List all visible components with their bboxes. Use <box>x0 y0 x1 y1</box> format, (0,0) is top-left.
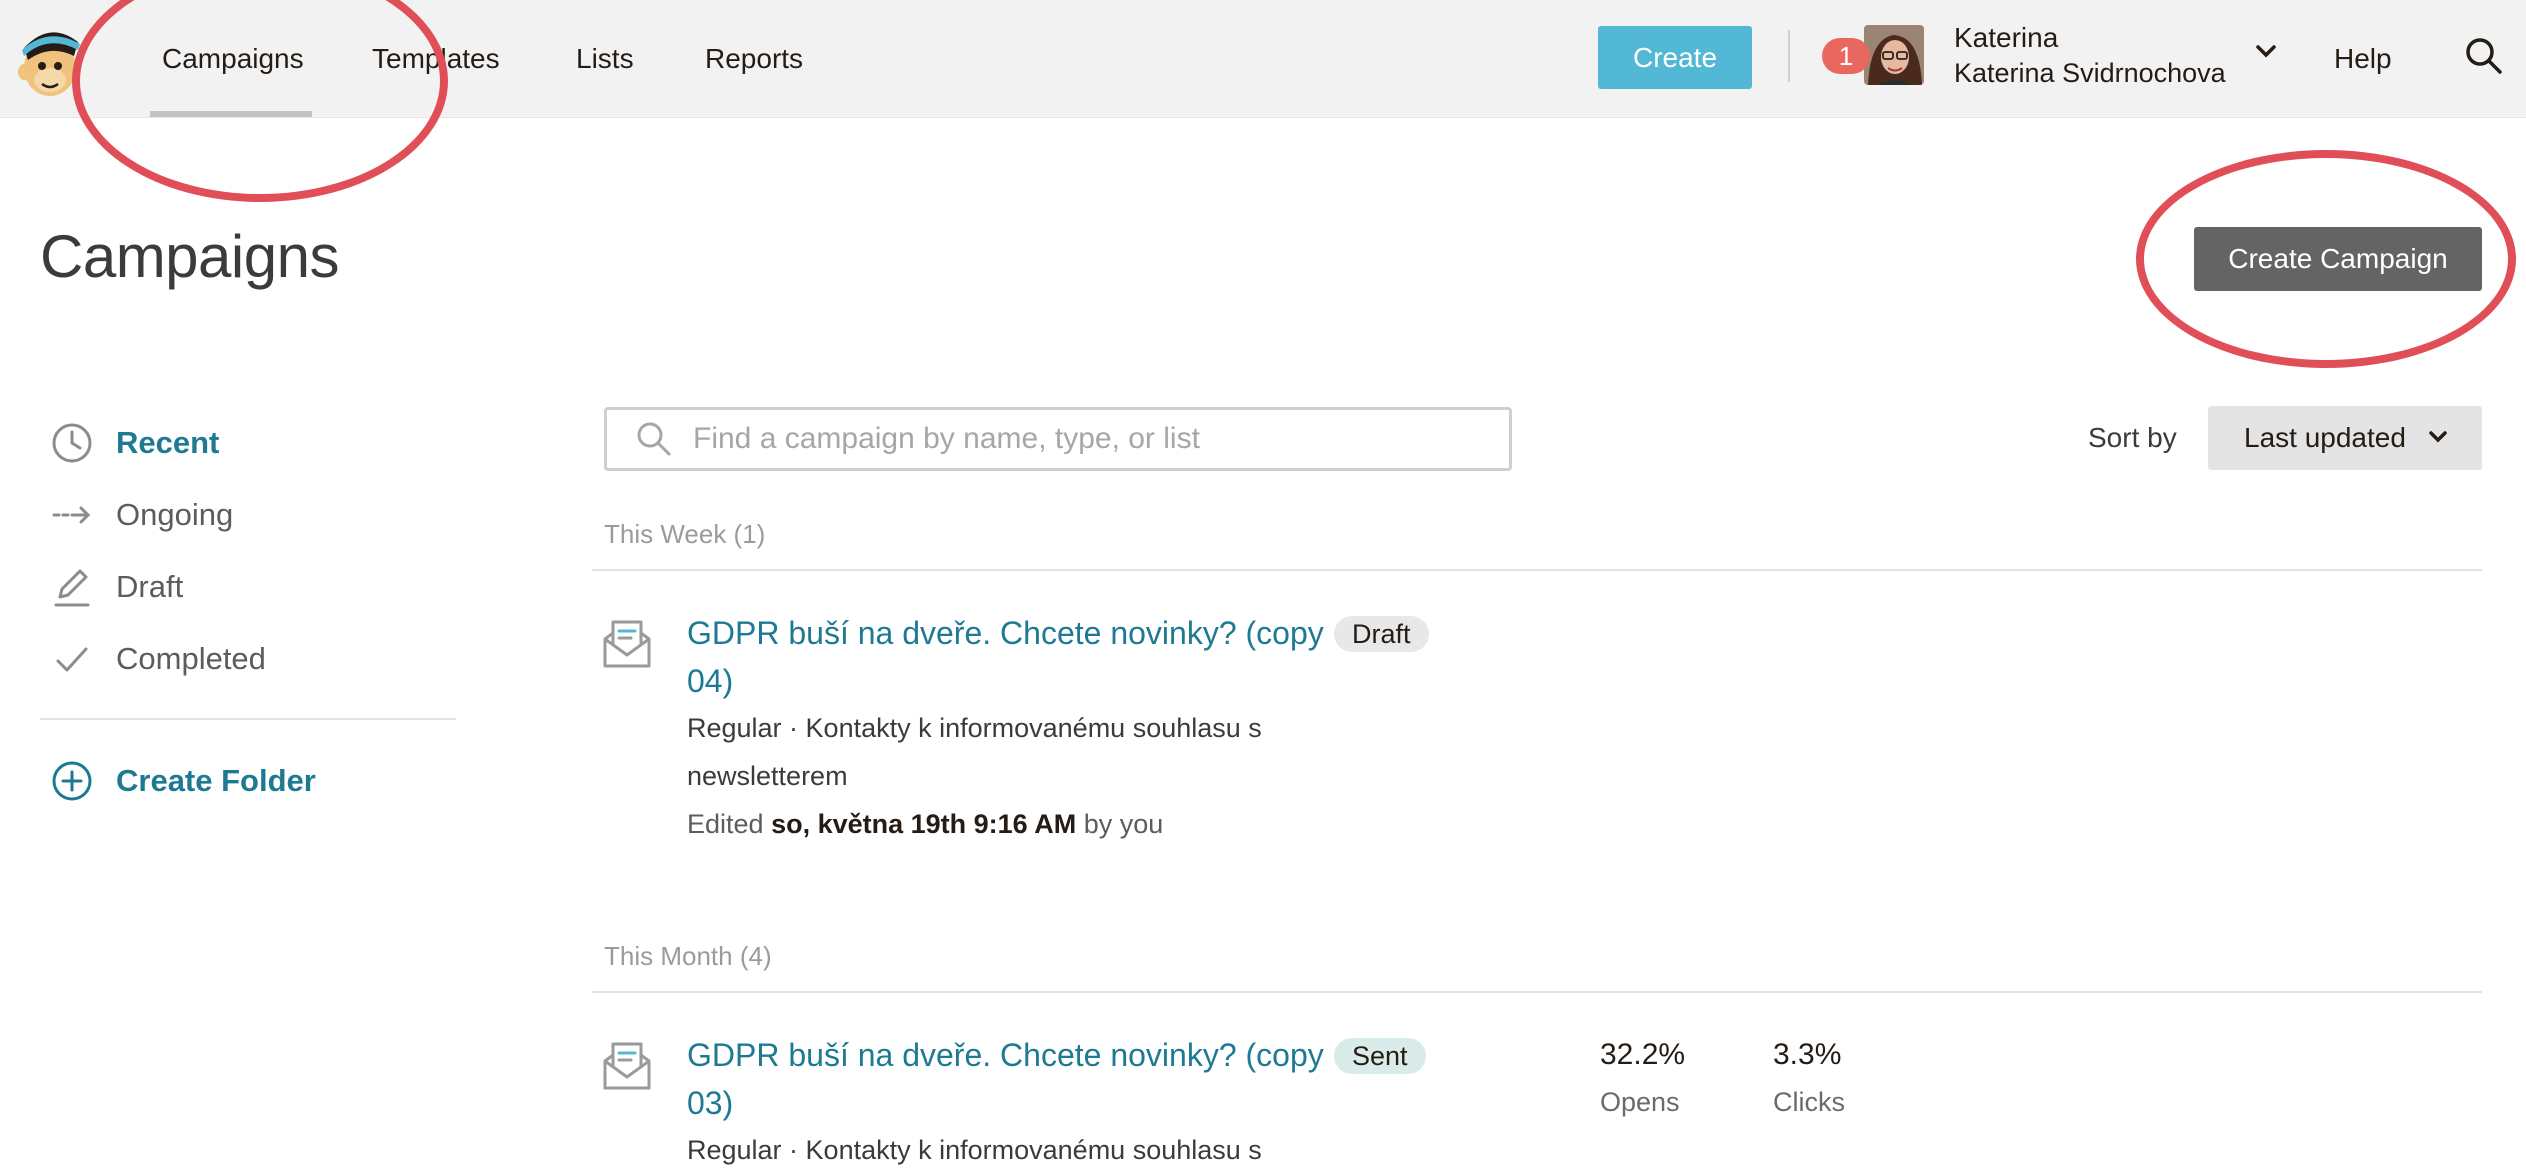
notification-badge[interactable]: 1 <box>1822 38 1870 74</box>
plus-circle-icon <box>50 759 94 803</box>
checkmark-icon <box>50 637 94 681</box>
user-account-name[interactable]: Katerina Svidrnochova <box>1954 58 2226 89</box>
chevron-down-icon[interactable] <box>2254 44 2278 60</box>
email-campaign-icon <box>603 1042 651 1090</box>
user-photo-icon <box>1864 25 1924 85</box>
nav-templates[interactable]: Templates <box>372 0 500 117</box>
clicks-label: Clicks <box>1773 1087 1845 1117</box>
status-badge: Sent <box>1334 1038 1426 1074</box>
create-folder-label: Create Folder <box>116 763 316 798</box>
nav-lists[interactable]: Lists <box>576 0 634 117</box>
sidebar-item-draft[interactable]: Draft <box>50 562 183 612</box>
sidebar-item-recent[interactable]: Recent <box>50 418 219 468</box>
nav-campaigns[interactable]: Campaigns <box>162 0 304 117</box>
avatar[interactable] <box>1864 25 1924 85</box>
page-title: Campaigns <box>40 223 340 290</box>
campaign-meta: Regular · Kontakty k informovanému souhl… <box>687 713 1262 791</box>
search-input[interactable] <box>691 421 1475 457</box>
create-folder-link[interactable]: Create Folder <box>50 756 316 806</box>
sort-dropdown[interactable]: Last updated <box>2208 406 2482 470</box>
top-nav: Campaigns Templates Lists Reports Create… <box>0 0 2526 118</box>
user-name[interactable]: Katerina <box>1954 22 2058 54</box>
create-campaign-button[interactable]: Create Campaign <box>2194 227 2482 291</box>
chevron-down-icon <box>2429 431 2447 443</box>
sidebar-item-completed[interactable]: Completed <box>50 634 266 684</box>
sort-label: Sort by <box>2088 422 2177 453</box>
campaign-title-link[interactable]: GDPR buší na dveře. Chcete novinky? (cop… <box>687 609 1327 705</box>
status-badge: Draft <box>1334 616 1429 652</box>
sidebar-item-label: Completed <box>116 641 266 676</box>
clock-icon <box>50 421 94 465</box>
nav-divider <box>1788 30 1790 82</box>
dashed-arrow-icon <box>50 493 94 537</box>
edited-suffix: by you <box>1083 809 1164 839</box>
active-nav-indicator <box>150 111 312 117</box>
section-divider <box>592 991 2482 993</box>
sidebar-item-label: Ongoing <box>116 497 234 532</box>
nav-reports[interactable]: Reports <box>705 0 803 117</box>
freddie-logo-icon[interactable] <box>14 20 90 100</box>
clicks-value: 3.3% <box>1773 1038 1842 1071</box>
sidebar-divider <box>40 718 456 720</box>
section-label: This Week (1) <box>604 519 766 549</box>
sidebar-item-ongoing[interactable]: Ongoing <box>50 490 233 540</box>
opens-value: 32.2% <box>1600 1038 1686 1071</box>
opens-label: Opens <box>1600 1087 1680 1117</box>
search-icon <box>637 422 671 456</box>
help-link[interactable]: Help <box>2334 0 2392 117</box>
sidebar-item-label: Draft <box>116 569 184 604</box>
campaign-title-link[interactable]: GDPR buší na dveře. Chcete novinky? (cop… <box>687 1031 1327 1127</box>
edited-prefix: Edited <box>687 809 764 839</box>
section-divider <box>592 569 2482 571</box>
campaign-meta: Regular · Kontakty k informovanému souhl… <box>687 1135 1262 1165</box>
email-campaign-icon <box>603 620 651 668</box>
sidebar-item-label: Recent <box>116 425 220 460</box>
campaign-edited: Edited so, května 19th 9:16 AM by you <box>687 809 1163 840</box>
pencil-icon <box>50 565 94 609</box>
create-button[interactable]: Create <box>1598 26 1752 89</box>
edited-date: so, května 19th 9:16 AM <box>771 809 1077 839</box>
search-icon[interactable] <box>2464 36 2504 76</box>
sort-value: Last updated <box>2244 422 2406 453</box>
section-label: This Month (4) <box>604 941 772 971</box>
campaign-search[interactable] <box>604 407 1512 471</box>
